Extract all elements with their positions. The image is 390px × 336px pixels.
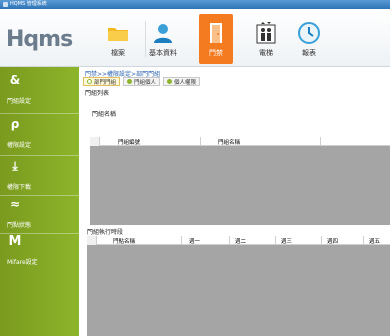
sidebar-item-label: 門組設定 bbox=[7, 98, 32, 105]
title-bar: HQMS 管理系統 bbox=[0, 0, 390, 9]
column-separator bbox=[181, 236, 182, 245]
row-header-cell bbox=[87, 236, 97, 245]
radio-icon bbox=[87, 79, 92, 84]
window-title: HQMS 管理系統 bbox=[10, 1, 47, 7]
tab-label: 部門門組 bbox=[94, 79, 117, 86]
tab-personal-permission[interactable]: 個人權限 bbox=[163, 77, 201, 86]
column-separator bbox=[229, 236, 230, 245]
table-header: 門組編號 門組名稱 bbox=[90, 137, 390, 146]
toolbar: Hqms 檔案 基本資料 門禁 電梯 報表 bbox=[0, 9, 390, 67]
radio-icon bbox=[167, 79, 173, 84]
radio-icon bbox=[127, 79, 133, 84]
sidebar-item-permission[interactable]: ρ 權限設定 bbox=[0, 111, 79, 149]
field-label-group-name: 門組名稱 bbox=[92, 111, 117, 118]
column-separator bbox=[275, 236, 276, 245]
column-separator bbox=[320, 137, 321, 146]
sidebar-item-label: Mifare設定 bbox=[7, 259, 38, 266]
sidebar-item-door-status[interactable]: ≈ 門點狀態 bbox=[0, 191, 79, 229]
column-header-thu: 週四 bbox=[327, 239, 339, 245]
download-icon: ⤓ bbox=[12, 159, 18, 173]
app-icon bbox=[3, 2, 8, 7]
sidebar-item-download[interactable]: ⤓ 權限下載 bbox=[0, 153, 79, 191]
sidebar-item-label: 權限設定 bbox=[7, 142, 32, 149]
schedule-table[interactable]: 門點名稱 週一 週二 週三 週四 週五 bbox=[87, 236, 390, 336]
toolbar-file-button[interactable]: 檔案 bbox=[96, 14, 140, 64]
section-title-schedule: 門組執行時段 bbox=[87, 229, 124, 236]
clock-icon bbox=[297, 21, 321, 45]
sidebar-item-label: 權限下載 bbox=[7, 184, 32, 191]
group-list-table[interactable]: 門組編號 門組名稱 bbox=[90, 137, 390, 225]
key-icon: ρ bbox=[10, 117, 20, 131]
toolbar-basic-data-button[interactable]: 基本資料 bbox=[137, 14, 189, 64]
toolbar-report-button[interactable]: 報表 bbox=[287, 14, 331, 64]
toolbar-file-label: 檔案 bbox=[111, 49, 125, 57]
column-header-mon: 週一 bbox=[189, 239, 201, 245]
sidebar-item-label: 門點狀態 bbox=[7, 222, 32, 229]
door-icon bbox=[204, 21, 228, 45]
m-icon: M bbox=[8, 234, 22, 249]
folder-icon bbox=[106, 21, 130, 45]
column-header-group-name: 門組名稱 bbox=[218, 140, 241, 146]
tab-group-personal[interactable]: 門組個人 bbox=[123, 77, 161, 86]
wifi-icon: ≈ bbox=[9, 197, 21, 211]
app-logo: Hqms bbox=[6, 27, 73, 52]
toolbar-access-label: 門禁 bbox=[209, 49, 223, 57]
user-icon bbox=[151, 21, 175, 45]
toolbar-elevator-button[interactable]: 電梯 bbox=[244, 14, 288, 64]
table-header: 門點名稱 週一 週二 週三 週四 週五 bbox=[87, 236, 390, 245]
toolbar-report-label: 報表 bbox=[302, 49, 316, 57]
column-header-fri: 週五 bbox=[369, 239, 381, 245]
link-icon: & bbox=[9, 73, 21, 87]
toolbar-access-button[interactable]: 門禁 bbox=[199, 14, 233, 64]
column-header-group-id: 門組編號 bbox=[118, 140, 141, 146]
column-separator bbox=[200, 137, 201, 146]
column-separator bbox=[363, 236, 364, 245]
column-header-door-name: 門點名稱 bbox=[113, 239, 136, 245]
toolbar-basic-data-label: 基本資料 bbox=[149, 49, 177, 57]
tab-bar: 部門門組 門組個人 個人權限 bbox=[83, 77, 201, 87]
tab-label: 門組個人 bbox=[134, 79, 157, 86]
tab-department-group[interactable]: 部門門組 bbox=[83, 77, 121, 86]
column-header-tue: 週二 bbox=[235, 239, 247, 245]
app-window: HQMS 管理系統 Hqms 檔案 基本資料 門禁 電梯 報表 & 門組設定 ρ… bbox=[0, 0, 390, 336]
elevator-icon bbox=[254, 21, 278, 45]
column-separator bbox=[321, 236, 322, 245]
sidebar-item-mifare[interactable]: M Mifare設定 bbox=[0, 229, 79, 267]
toolbar-elevator-label: 電梯 bbox=[259, 49, 273, 57]
sidebar-item-door-group[interactable]: & 門組設定 bbox=[0, 67, 79, 105]
column-header-wed: 週三 bbox=[281, 239, 293, 245]
tab-label: 個人權限 bbox=[174, 79, 197, 86]
row-header-cell bbox=[90, 137, 100, 146]
section-title-group-list: 門組列表 bbox=[85, 90, 110, 97]
sidebar: & 門組設定 ρ 權限設定 ⤓ 權限下載 ≈ 門點狀態 M Mifare設定 bbox=[0, 67, 79, 336]
